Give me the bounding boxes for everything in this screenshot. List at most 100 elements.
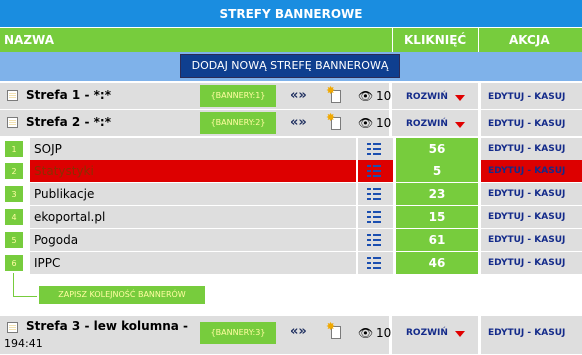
banner-clicks: 23 [396, 183, 478, 205]
reorder-list-icon[interactable] [367, 165, 381, 177]
expand-link[interactable]: ROZWIŃ [406, 119, 448, 129]
zone-tag-button[interactable]: {BANNERY:2} [200, 112, 276, 134]
action-separator: - [524, 92, 535, 102]
banner-clicks: 56 [396, 138, 478, 160]
banner-actions: EDYTUJ - KASUJ [481, 183, 582, 205]
arrow-down-icon[interactable] [455, 122, 465, 128]
eye-icon: 👁 [358, 89, 374, 103]
delete-link[interactable]: KASUJ [534, 258, 565, 268]
action-separator: - [524, 235, 535, 245]
zone-name: Strefa 3 - lew kolumna - [26, 319, 188, 333]
banner-actions: EDYTUJ - KASUJ [481, 206, 582, 228]
delete-link[interactable]: KASUJ [534, 144, 565, 154]
edit-link[interactable]: EDYTUJ [488, 119, 524, 129]
checklist-icon [7, 117, 18, 128]
checklist-icon [7, 90, 18, 101]
new-document-icon[interactable] [326, 84, 342, 104]
banner-row: 1 SOJP 56 EDYTUJ - KASUJ [0, 138, 582, 160]
banner-order-number[interactable]: 2 [4, 162, 24, 180]
action-separator: - [524, 166, 535, 176]
edit-link[interactable]: EDYTUJ [488, 328, 524, 338]
reorder-list-icon[interactable] [367, 257, 381, 269]
delete-link[interactable]: KASUJ [534, 235, 565, 245]
zone-actions: EDYTUJ - KASUJ [488, 328, 565, 338]
arrow-down-icon[interactable] [455, 95, 465, 101]
reorder-list-icon[interactable] [367, 188, 381, 200]
edit-link[interactable]: EDYTUJ [488, 144, 524, 154]
edit-link[interactable]: EDYTUJ [488, 189, 524, 199]
edit-link[interactable]: EDYTUJ [488, 212, 524, 222]
new-document-icon[interactable] [326, 111, 342, 131]
header-action: AKCJA [509, 33, 550, 47]
zone-tag-button[interactable]: {BANNERY:3} [200, 322, 276, 344]
zone-actions: EDYTUJ - KASUJ [488, 119, 565, 129]
action-separator: - [524, 328, 535, 338]
expand-link[interactable]: ROZWIŃ [406, 92, 448, 102]
move-arrows-icon[interactable]: «» [290, 88, 307, 104]
reorder-list-icon[interactable] [367, 143, 381, 155]
reorder-cell [358, 183, 393, 205]
action-separator: - [524, 119, 535, 129]
delete-link[interactable]: KASUJ [534, 328, 565, 338]
banner-order-number[interactable]: 5 [4, 231, 24, 249]
banner-actions: EDYTUJ - KASUJ [481, 252, 582, 274]
move-arrows-icon[interactable]: «» [290, 324, 307, 340]
action-separator: - [524, 258, 535, 268]
banner-row: 3 Publikacje 23 EDYTUJ - KASUJ [0, 183, 582, 205]
new-document-icon[interactable] [326, 320, 342, 340]
move-arrows-icon[interactable]: «» [290, 115, 307, 131]
banner-name: SOJP [30, 138, 356, 160]
edit-link[interactable]: EDYTUJ [488, 258, 524, 268]
zone-name: Strefa 1 - *:* [26, 88, 111, 102]
banner-row: 5 Pogoda 61 EDYTUJ - KASUJ [0, 229, 582, 251]
views-count: 10 [376, 326, 392, 340]
delete-link[interactable]: KASUJ [534, 119, 565, 129]
views-count: 10 [376, 116, 392, 130]
delete-link[interactable]: KASUJ [534, 189, 565, 199]
reorder-cell [358, 160, 393, 182]
zone-name-continued: 194:41 [4, 337, 43, 350]
delete-link[interactable]: KASUJ [534, 212, 565, 222]
save-order-button[interactable]: ZAPISZ KOLEJNOŚĆ BANNERÓW [39, 286, 205, 304]
reorder-list-icon[interactable] [367, 211, 381, 223]
edit-link[interactable]: EDYTUJ [488, 235, 524, 245]
banner-row-selected: 2 Statystyki 5 EDYTUJ - KASUJ [0, 160, 582, 182]
banner-name: Pogoda [30, 229, 356, 251]
save-order-area: ZAPISZ KOLEJNOŚĆ BANNERÓW [0, 273, 582, 313]
zone-row-1: Strefa 1 - *:* {BANNERY:1} «» 👁 10 ROZWI… [0, 83, 582, 109]
delete-link[interactable]: KASUJ [534, 166, 565, 176]
edit-link[interactable]: EDYTUJ [488, 92, 524, 102]
expand-link[interactable]: ROZWIŃ [406, 328, 448, 338]
table-header: NAZWA KLIKNIĘĆ AKCJA [0, 28, 582, 52]
action-separator: - [524, 189, 535, 199]
banner-name: IPPC [30, 252, 356, 274]
delete-link[interactable]: KASUJ [534, 92, 565, 102]
banner-zones-panel: STREFY BANNEROWE NAZWA KLIKNIĘĆ AKCJA DO… [0, 0, 582, 355]
banner-actions: EDYTUJ - KASUJ [481, 138, 582, 160]
eye-icon: 👁 [358, 116, 374, 130]
reorder-cell [358, 206, 393, 228]
banner-order-number[interactable]: 3 [4, 185, 24, 203]
checklist-icon [7, 322, 18, 333]
banner-order-number[interactable]: 6 [4, 254, 24, 272]
eye-icon: 👁 [358, 326, 374, 340]
page-title: STREFY BANNEROWE [0, 0, 582, 28]
banner-row: 4 ekoportal.pl 15 EDYTUJ - KASUJ [0, 206, 582, 228]
add-zone-button[interactable]: DODAJ NOWĄ STREFĘ BANNEROWĄ [180, 54, 400, 78]
banner-order-number[interactable]: 4 [4, 208, 24, 226]
banner-clicks: 46 [396, 252, 478, 274]
reorder-list-icon[interactable] [367, 234, 381, 246]
header-name: NAZWA [4, 33, 55, 47]
banner-clicks: 5 [396, 160, 478, 182]
banner-actions: EDYTUJ - KASUJ [481, 160, 582, 182]
views-count: 10 [376, 89, 392, 103]
zone-row-2: Strefa 2 - *:* {BANNERY:2} «» 👁 10 ROZWI… [0, 110, 582, 136]
edit-link[interactable]: EDYTUJ [488, 166, 524, 176]
banner-order-number[interactable]: 1 [4, 140, 24, 158]
arrow-down-icon[interactable] [455, 331, 465, 337]
banner-name: Statystyki [30, 160, 356, 182]
zone-row-3: Strefa 3 - lew kolumna - 194:41 {BANNERY… [0, 316, 582, 354]
zone-actions: EDYTUJ - KASUJ [488, 92, 565, 102]
reorder-cell [358, 229, 393, 251]
zone-tag-button[interactable]: {BANNERY:1} [200, 85, 276, 107]
